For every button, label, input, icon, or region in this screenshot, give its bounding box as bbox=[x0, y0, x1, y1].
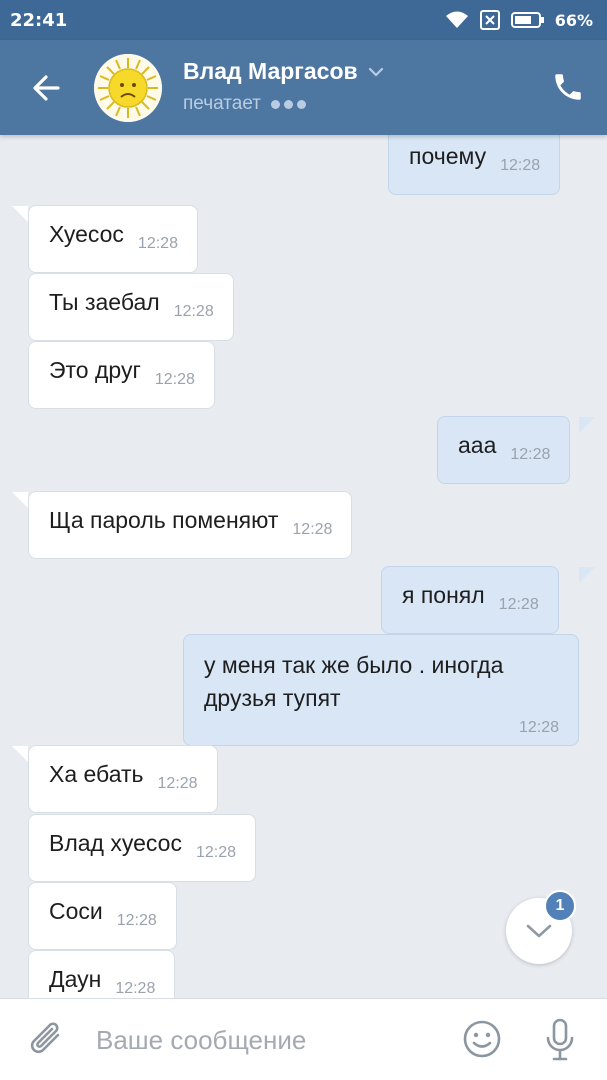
message-time: 12:28 bbox=[173, 303, 214, 320]
message-time: 12:28 bbox=[518, 719, 559, 736]
message-text: Ха ебать bbox=[49, 761, 144, 787]
message-time: 12:28 bbox=[154, 371, 195, 388]
message-bubble-in[interactable]: Ты заебал 12:28 bbox=[28, 273, 234, 341]
chevron-down-icon bbox=[526, 924, 552, 938]
microphone-icon bbox=[546, 1018, 574, 1061]
message-time: 12:28 bbox=[498, 596, 539, 613]
message-bubble-out[interactable]: я понял 12:28 bbox=[381, 566, 559, 634]
message-time: 12:28 bbox=[157, 775, 198, 792]
message-bubble-out[interactable]: почему 12:28 bbox=[388, 135, 561, 195]
avatar[interactable] bbox=[94, 54, 162, 122]
emoji-button[interactable] bbox=[462, 1019, 502, 1059]
message-time: 12:28 bbox=[116, 912, 157, 929]
bubble-tail bbox=[579, 417, 595, 433]
message-input[interactable] bbox=[96, 1021, 436, 1059]
status-time: 22:41 bbox=[10, 9, 68, 31]
message-bubble-out[interactable]: ааа 12:28 bbox=[437, 416, 571, 484]
contact-status: печатает bbox=[183, 93, 306, 115]
emoji-icon bbox=[463, 1020, 501, 1058]
message-text: Ща пароль поменяют bbox=[49, 507, 279, 533]
no-sim-icon bbox=[479, 9, 501, 31]
message-text: Это друг bbox=[49, 357, 141, 383]
battery-icon bbox=[510, 11, 545, 29]
bubble-tail bbox=[12, 746, 28, 762]
message-bubble-in[interactable]: Соси 12:28 bbox=[28, 882, 177, 950]
message-list[interactable]: почему 12:28 Хуесос 12:28 Ты заебал 12:28 Э… bbox=[0, 135, 607, 998]
message-text: почему bbox=[409, 143, 487, 169]
message-time: 12:28 bbox=[195, 844, 236, 861]
message-bubble-in[interactable]: Влад хуесос 12:28 bbox=[28, 814, 256, 882]
message-bubble-in[interactable]: Ха ебать 12:28 bbox=[28, 745, 218, 813]
message-time: 12:28 bbox=[292, 521, 333, 538]
message-bubble-in[interactable]: Даун 12:28 bbox=[28, 950, 176, 998]
message-bubble-in[interactable]: Это друг 12:28 bbox=[28, 341, 215, 409]
unread-badge: 1 bbox=[544, 890, 576, 922]
paperclip-icon bbox=[30, 1022, 60, 1054]
message-text: Соси bbox=[49, 898, 103, 924]
typing-dots-icon bbox=[270, 99, 306, 109]
bubble-tail bbox=[579, 567, 595, 583]
contact-name: Влад Маргасов bbox=[183, 58, 358, 84]
contact-name-button[interactable]: Влад Маргасов bbox=[183, 58, 384, 85]
message-text: Ты заебал bbox=[49, 289, 160, 315]
attach-button[interactable] bbox=[28, 1019, 68, 1061]
message-text: Хуесос bbox=[49, 221, 124, 247]
message-time: 12:28 bbox=[115, 980, 156, 997]
phone-icon bbox=[555, 74, 581, 100]
battery-percent: 66% bbox=[554, 10, 593, 30]
back-button[interactable] bbox=[28, 70, 68, 106]
message-text: я понял bbox=[402, 582, 485, 608]
message-time: 12:28 bbox=[510, 446, 551, 463]
sad-sun-avatar-image bbox=[94, 54, 162, 122]
message-text: Влад хуесос bbox=[49, 830, 182, 856]
status-icons: 66% bbox=[445, 9, 593, 31]
chevron-down-icon bbox=[368, 67, 383, 77]
bubble-tail bbox=[12, 206, 28, 222]
message-bubble-in[interactable]: Ща пароль поменяют 12:28 bbox=[28, 491, 353, 559]
chat-header: Влад Маргасов печатает bbox=[0, 40, 607, 135]
message-bubble-out[interactable]: у меня так же было . иногда друзья тупят… bbox=[183, 634, 579, 746]
message-bubble-in[interactable]: Хуесос 12:28 bbox=[28, 205, 198, 273]
bubble-tail bbox=[12, 492, 28, 508]
message-text: Даун bbox=[49, 966, 102, 992]
composer bbox=[0, 998, 607, 1080]
wifi-icon bbox=[445, 10, 469, 30]
message-time: 12:28 bbox=[137, 235, 178, 252]
typing-status: печатает bbox=[183, 93, 261, 114]
message-time: 12:28 bbox=[500, 157, 541, 174]
voice-message-button[interactable] bbox=[544, 1017, 576, 1063]
back-arrow-icon bbox=[33, 75, 60, 101]
call-button[interactable] bbox=[551, 70, 585, 104]
message-text: ааа bbox=[458, 432, 497, 458]
status-bar: 22:41 66% bbox=[0, 0, 607, 40]
message-text: у меня так же было . иногда друзья тупят bbox=[204, 652, 504, 711]
